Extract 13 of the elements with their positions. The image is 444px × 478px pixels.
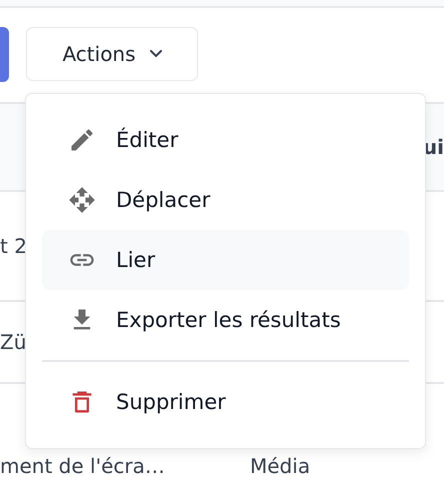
primary-button[interactable] (0, 26, 9, 82)
chevron-icon (150, 50, 162, 58)
move-arrows-icon (68, 186, 96, 214)
table-cell-text: ment de l'écra… (0, 454, 166, 478)
menu-item[interactable]: Lier (42, 230, 409, 290)
menu-item[interactable]: Supprimer (42, 372, 409, 432)
table-cell-text: Zü (0, 330, 28, 354)
menu-item[interactable]: Éditer (42, 110, 409, 170)
menu-item[interactable]: Déplacer (42, 170, 409, 230)
actions-button[interactable]: Actions (26, 27, 198, 81)
table-cell-text: t 2 (0, 234, 28, 258)
menu-item[interactable]: Exporter les résultats (42, 290, 409, 350)
table-cell: Média (250, 454, 310, 478)
